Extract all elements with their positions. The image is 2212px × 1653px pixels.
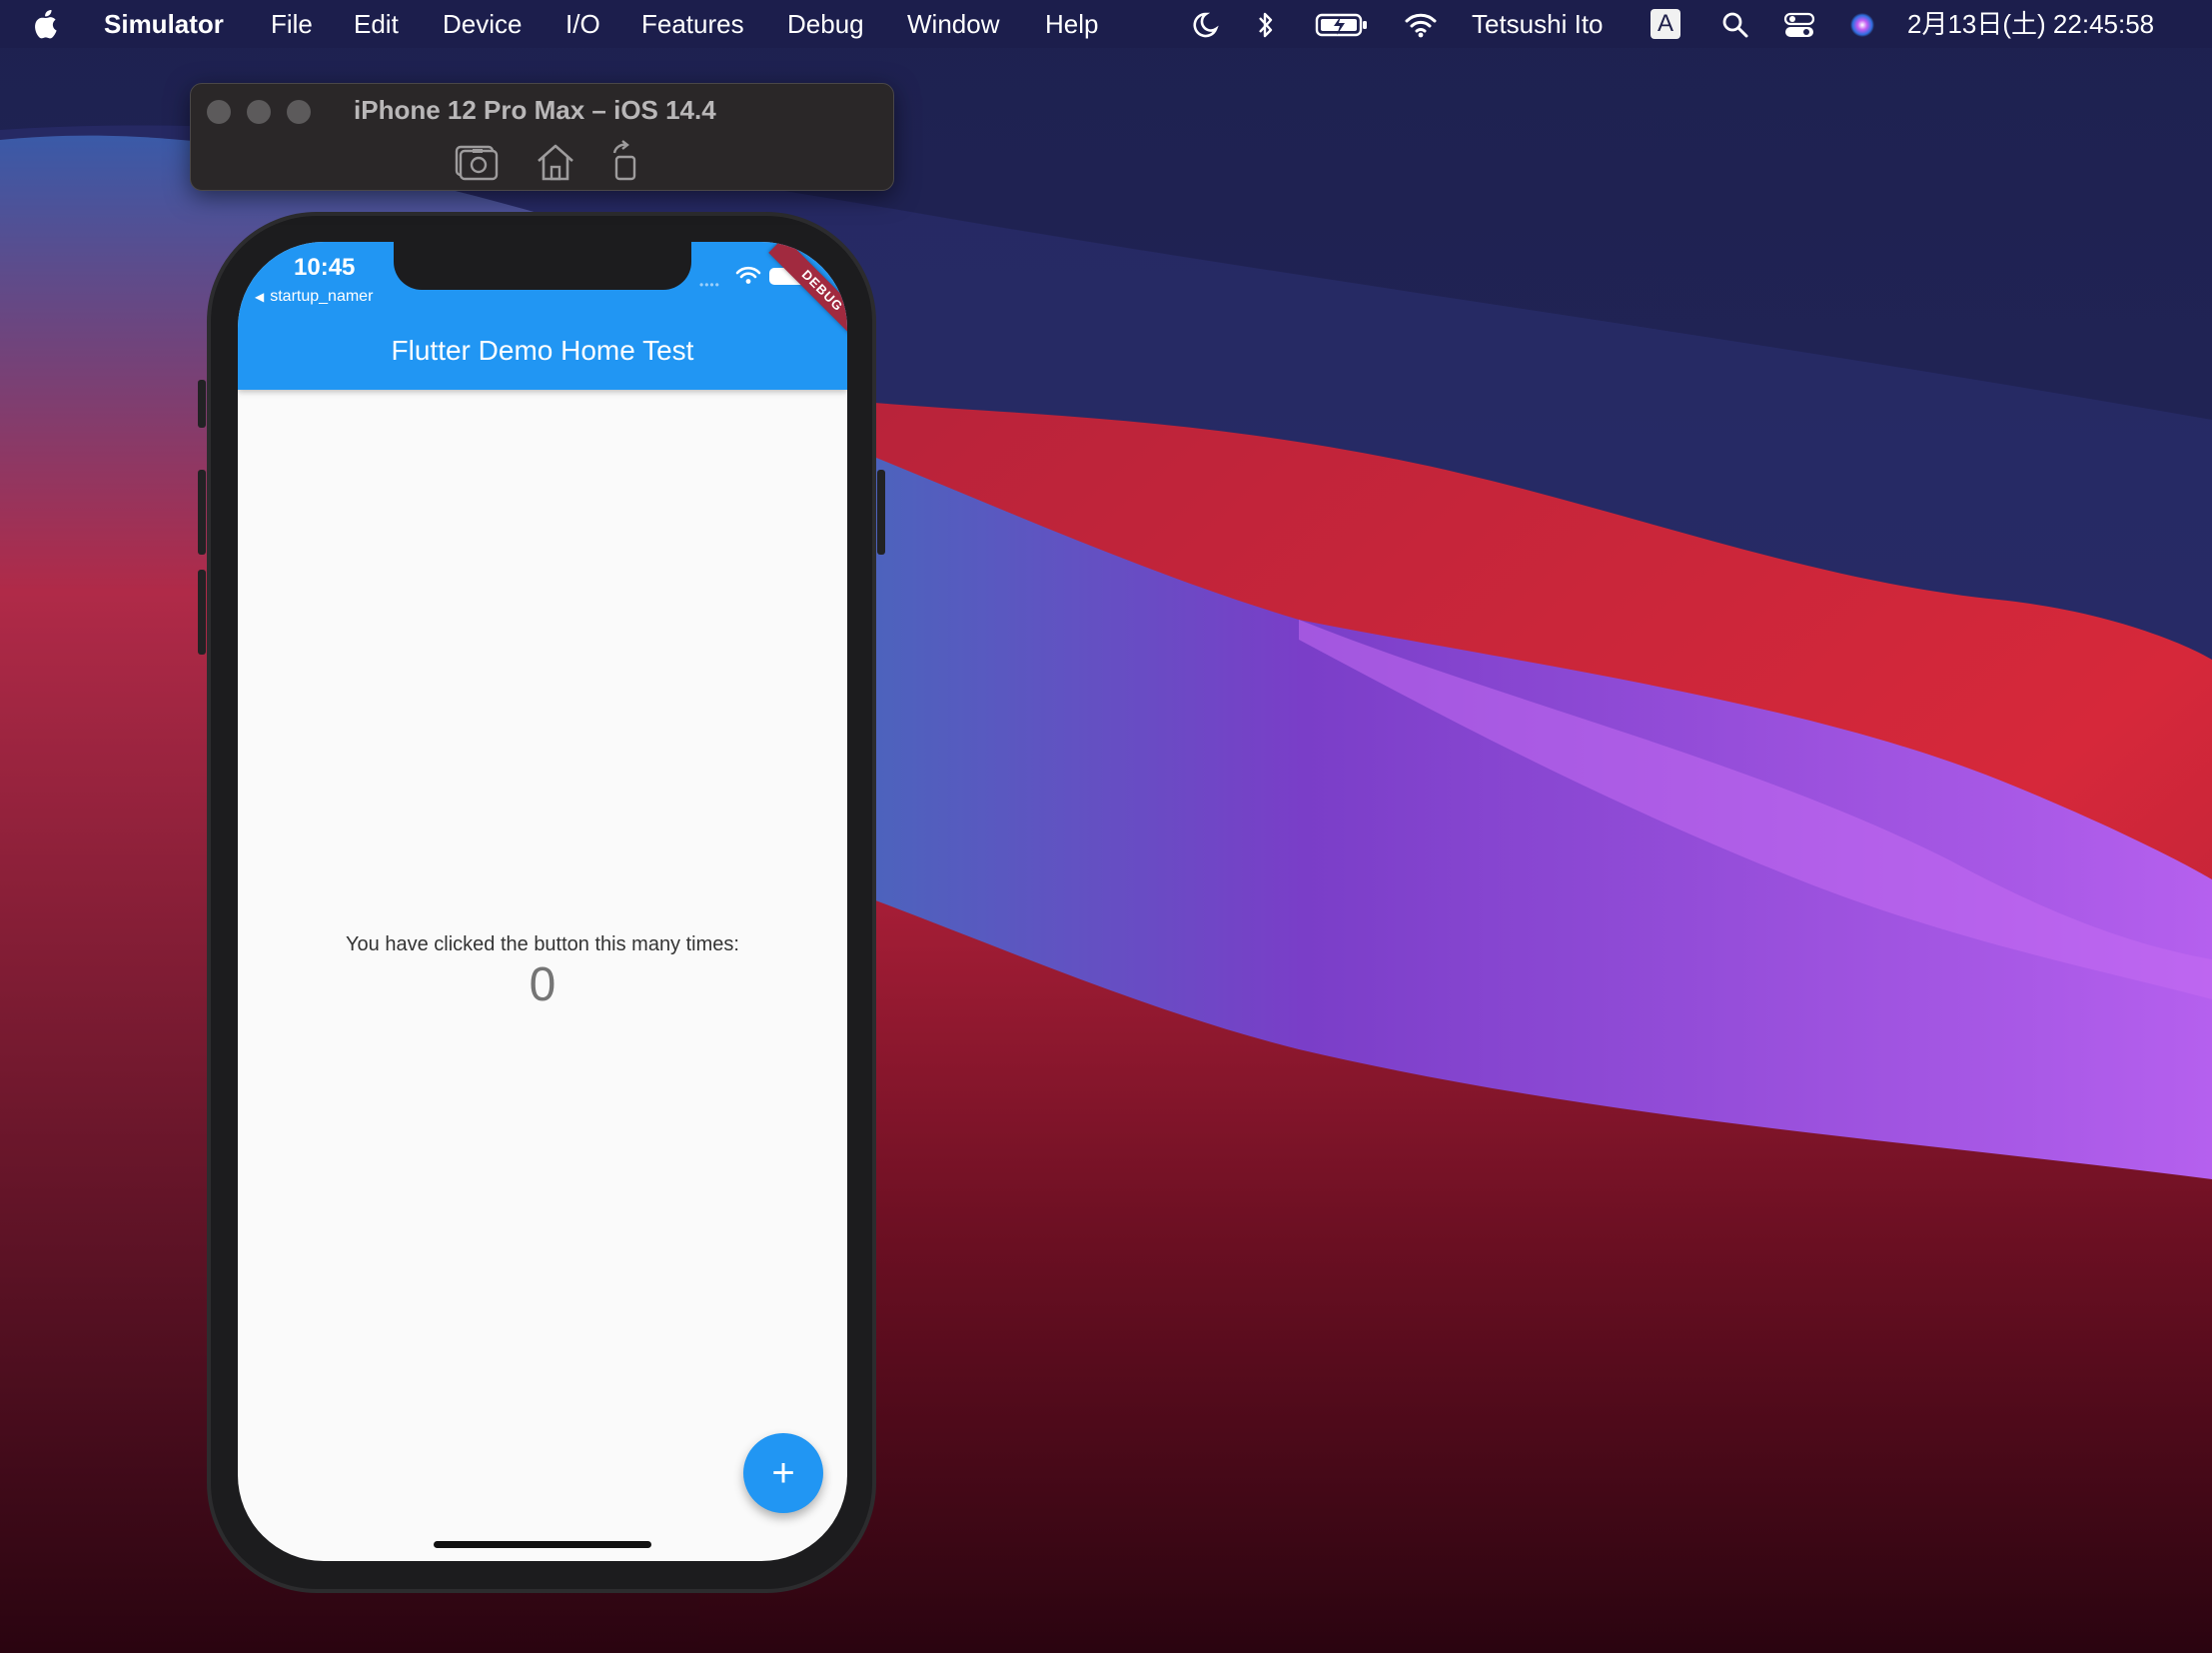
- apple-logo-icon[interactable]: [32, 0, 62, 48]
- back-to-app-label: startup_namer: [270, 288, 374, 305]
- menu-item-features[interactable]: Features: [641, 0, 744, 48]
- home-icon[interactable]: [533, 139, 578, 185]
- home-indicator[interactable]: [434, 1541, 651, 1548]
- app-bar: 10:45 ◀ startup_namer •••• DEBUG Flutter …: [238, 242, 847, 390]
- status-wifi-icon: [735, 266, 761, 291]
- volume-up-button: [198, 470, 206, 555]
- counter-label: You have clicked the button this many ti…: [346, 933, 739, 955]
- phone-screen: 10:45 ◀ startup_namer •••• DEBUG Flutter …: [238, 242, 847, 1561]
- wifi-icon[interactable]: [1404, 0, 1438, 48]
- spotlight-search-icon[interactable]: [1721, 0, 1749, 48]
- menu-app-name[interactable]: Simulator: [104, 0, 224, 48]
- menu-bar: Simulator File Edit Device I/O Features …: [0, 0, 2212, 48]
- menu-item-file[interactable]: File: [271, 0, 313, 48]
- back-to-app-link[interactable]: ◀ startup_namer: [255, 288, 373, 306]
- menu-item-window[interactable]: Window: [907, 0, 999, 48]
- phone-notch: [394, 242, 691, 290]
- rotate-icon[interactable]: [604, 139, 650, 185]
- app-bar-title: Flutter Demo Home Test: [391, 335, 694, 366]
- close-button[interactable]: [207, 100, 231, 124]
- menu-item-io[interactable]: I/O: [565, 0, 600, 48]
- increment-fab-button[interactable]: +: [743, 1433, 823, 1513]
- minimize-button[interactable]: [247, 100, 271, 124]
- menu-item-device[interactable]: Device: [443, 0, 522, 48]
- bluetooth-icon[interactable]: [1256, 0, 1276, 48]
- menu-datetime[interactable]: 2月13日(土) 22:45:58: [1907, 0, 2154, 48]
- menu-item-debug[interactable]: Debug: [787, 0, 864, 48]
- back-arrow-icon: ◀: [255, 290, 265, 304]
- input-source-label: A: [1651, 9, 1680, 39]
- simulator-title: iPhone 12 Pro Max – iOS 14.4: [354, 95, 716, 125]
- menu-item-help[interactable]: Help: [1045, 0, 1098, 48]
- moon-icon[interactable]: [1189, 0, 1219, 48]
- siri-icon[interactable]: [1848, 0, 1876, 48]
- counter-value: 0: [529, 958, 556, 1011]
- battery-charging-icon[interactable]: [1315, 0, 1369, 48]
- screenshot-icon[interactable]: [453, 139, 499, 185]
- debug-banner: DEBUG: [768, 242, 847, 345]
- menu-user-name[interactable]: Tetsushi Ito: [1472, 0, 1604, 48]
- volume-down-button: [198, 570, 206, 655]
- control-center-icon[interactable]: [1783, 0, 1815, 48]
- mute-switch: [198, 380, 206, 428]
- input-source-icon[interactable]: A: [1651, 0, 1680, 48]
- cellular-signal-icon: ••••: [699, 278, 720, 292]
- add-icon: +: [771, 1451, 795, 1495]
- menu-item-edit[interactable]: Edit: [354, 0, 399, 48]
- status-bar-time: 10:45: [294, 254, 356, 281]
- zoom-button[interactable]: [287, 100, 311, 124]
- simulator-window-titlebar: iPhone 12 Pro Max – iOS 14.4: [190, 83, 894, 191]
- side-power-button: [877, 470, 885, 555]
